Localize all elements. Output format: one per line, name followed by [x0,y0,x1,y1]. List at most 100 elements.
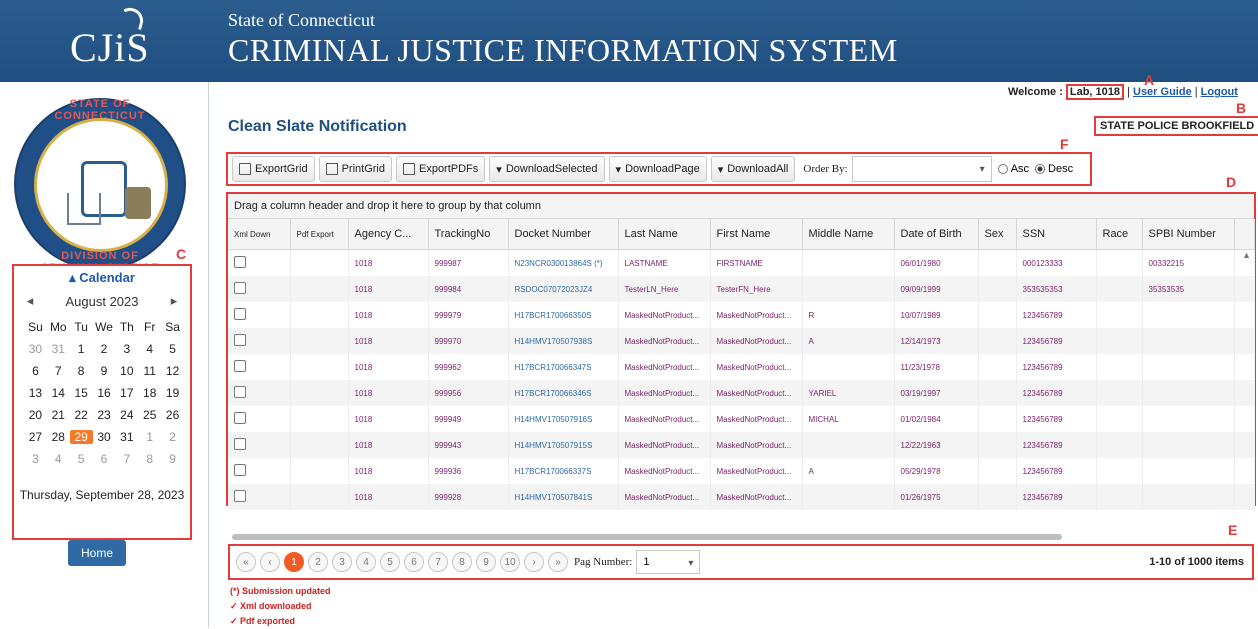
table-cell[interactable] [290,354,349,380]
page-button[interactable]: 3 [332,552,352,572]
page-button[interactable]: 5 [380,552,400,572]
calendar-day[interactable]: 3 [115,342,138,356]
next-page-button[interactable]: › [524,552,544,572]
column-header[interactable]: TrackingNo [428,219,509,250]
calendar-day[interactable]: 21 [47,408,70,422]
calendar-day[interactable]: 18 [138,386,161,400]
xml-checkbox-cell[interactable] [228,380,291,406]
export-grid-button[interactable]: ExportGrid [232,156,315,182]
calendar-day[interactable]: 5 [70,452,93,466]
row-checkbox[interactable] [234,308,246,320]
calendar-day[interactable]: 23 [93,408,116,422]
table-row[interactable]: 1018 999987 N23NCR030013864S (*) LASTNAME FI… [228,249,1255,276]
column-header[interactable]: Pdf Export [290,219,349,250]
docket-number-cell[interactable]: H17BCR170066350S [508,302,619,328]
column-header[interactable]: Sex [978,219,1017,250]
xml-checkbox-cell[interactable] [228,354,291,380]
calendar-day[interactable]: 17 [115,386,138,400]
table-cell[interactable] [290,302,349,328]
row-checkbox[interactable] [234,490,246,502]
calendar-day[interactable]: 28 [47,430,70,444]
row-checkbox[interactable] [234,438,246,450]
calendar-day[interactable]: 7 [115,452,138,466]
horizontal-scrollbar[interactable] [232,534,1062,540]
calendar-day[interactable]: 1 [138,430,161,444]
calendar-day[interactable]: 31 [47,342,70,356]
row-checkbox[interactable] [234,282,246,294]
table-row[interactable]: 1018 999949 H14HMV170507916S MaskedNotProdu… [228,406,1255,432]
calendar-day[interactable]: 8 [138,452,161,466]
calendar-day[interactable]: 11 [138,364,161,378]
xml-checkbox-cell[interactable] [228,432,291,458]
table-row[interactable]: 1018 999956 H17BCR170066346S MaskedNotProdu… [228,380,1255,406]
calendar-day[interactable]: 6 [24,364,47,378]
calendar-day[interactable]: 14 [47,386,70,400]
page-button[interactable]: 9 [476,552,496,572]
table-cell[interactable] [290,249,349,276]
docket-number-cell[interactable]: N23NCR030013864S (*) [508,249,619,276]
calendar-day[interactable]: 26 [161,408,184,422]
table-row[interactable]: 1018 999936 H17BCR170066337S MaskedNotProdu… [228,458,1255,484]
scroll-up-icon[interactable]: ▲ [1242,250,1251,260]
calendar-day[interactable]: 2 [93,342,116,356]
table-cell[interactable] [290,458,349,484]
table-cell[interactable] [290,276,349,302]
page-button[interactable]: 6 [404,552,424,572]
logout-link[interactable]: Logout [1201,86,1238,98]
row-checkbox[interactable] [234,256,246,268]
calendar-day[interactable]: 4 [47,452,70,466]
calendar-day[interactable]: 15 [70,386,93,400]
calendar-day-selected[interactable]: 29 [69,430,93,444]
table-cell[interactable] [290,484,349,510]
page-button[interactable]: 2 [308,552,328,572]
docket-number-cell[interactable]: H17BCR170066347S [508,354,619,380]
row-checkbox[interactable] [234,386,246,398]
xml-checkbox-cell[interactable] [228,458,291,484]
export-pdfs-button[interactable]: ExportPDFs [395,156,486,182]
page-button[interactable]: 10 [500,552,520,572]
table-cell[interactable] [290,328,349,354]
page-button[interactable]: 8 [452,552,472,572]
xml-checkbox-cell[interactable] [228,249,291,276]
user-guide-link[interactable]: User Guide [1133,86,1192,98]
calendar-day[interactable]: 30 [93,430,116,444]
docket-number-cell[interactable]: H14HMV170507938S [508,328,619,354]
table-cell[interactable] [290,432,349,458]
calendar-day[interactable]: 27 [24,430,47,444]
calendar-day[interactable]: 4 [138,342,161,356]
row-checkbox[interactable] [234,334,246,346]
docket-number-cell[interactable]: H17BCR170066337S [508,458,619,484]
table-row[interactable]: 1018 999979 H17BCR170066350S MaskedNotProdu… [228,302,1255,328]
asc-radio[interactable]: Asc [997,163,1029,175]
last-page-button[interactable]: » [548,552,568,572]
calendar-day[interactable]: 7 [47,364,70,378]
calendar-day[interactable]: 9 [93,364,116,378]
download-page-button[interactable]: ▾ DownloadPage [608,156,707,182]
calendar-day[interactable]: 9 [161,452,184,466]
vertical-scrollbar[interactable]: ▲ [1240,246,1254,496]
table-row[interactable]: 1018 999962 H17BCR170066347S MaskedNotProdu… [228,354,1255,380]
row-checkbox[interactable] [234,360,246,372]
download-all-button[interactable]: ▾ DownloadAll [710,156,796,182]
prev-month-icon[interactable]: ◂ [22,293,38,309]
desc-radio[interactable]: Desc [1035,163,1073,175]
calendar-today[interactable]: Thursday, September 28, 2023 [14,488,190,502]
table-cell[interactable] [290,380,349,406]
docket-number-cell[interactable]: H14HMV170507916S [508,406,619,432]
docket-number-cell[interactable]: H17BCR170066346S [508,380,619,406]
home-button[interactable]: Home [68,540,126,566]
column-header[interactable]: Date of Birth [894,219,979,250]
docket-number-cell[interactable]: H14HMV170507915S [508,432,619,458]
page-number-select[interactable]: 1 ▾ [636,550,701,574]
column-header[interactable]: Docket Number [508,219,619,250]
column-header[interactable]: Last Name [618,219,711,250]
row-checkbox[interactable] [234,412,246,424]
calendar-day[interactable]: 19 [161,386,184,400]
calendar-day[interactable]: 10 [115,364,138,378]
page-button[interactable]: 4 [356,552,376,572]
page-button[interactable]: 7 [428,552,448,572]
calendar-day[interactable]: 3 [24,452,47,466]
column-header[interactable]: Middle Name [802,219,895,250]
row-checkbox[interactable] [234,464,246,476]
column-header[interactable]: Agency C... [348,219,429,250]
